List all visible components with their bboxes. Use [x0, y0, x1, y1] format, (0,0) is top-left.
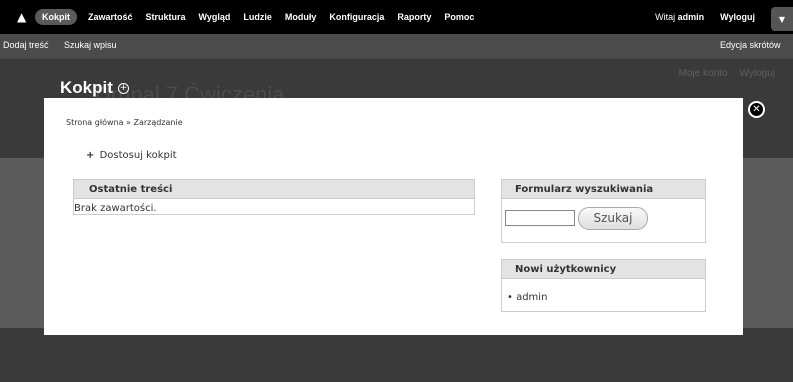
admin-toolbar: ▲ Kokpit Zawartość Struktura Wygląd Ludz… — [0, 0, 793, 59]
add-shortcut-icon[interactable]: + — [118, 83, 129, 94]
edit-shortcuts-link[interactable]: Edycja skrótów — [720, 40, 781, 50]
no-content-text: Brak zawartości. — [74, 203, 157, 214]
shortcuts-bar: Dodaj treść Szukaj wpisu Edycja skrótów — [0, 34, 793, 58]
my-account-link[interactable]: Moje konto — [679, 68, 728, 79]
recent-content-title: Ostatnie treści — [74, 180, 474, 199]
search-input[interactable] — [505, 210, 575, 226]
menu-item-kokpit[interactable]: Kokpit — [35, 9, 77, 25]
plus-icon: + — [86, 150, 95, 161]
greeting-user[interactable]: admin — [678, 12, 705, 22]
page-title: Kokpit — [60, 78, 113, 97]
menu-item-pomoc[interactable]: Pomoc — [444, 9, 474, 25]
shortcut-find-content[interactable]: Szukaj wpisu — [64, 40, 117, 50]
menu-item-konfiguracja[interactable]: Konfiguracja — [329, 9, 384, 25]
menu-item-ludzie[interactable]: Ludzie — [243, 9, 272, 25]
home-icon[interactable]: ▲ — [17, 11, 29, 23]
menu-item-raporty[interactable]: Raporty — [397, 9, 431, 25]
search-form-title: Formularz wyszukiwania — [502, 180, 705, 199]
shortcut-add-content[interactable]: Dodaj treść — [3, 40, 49, 50]
customize-label: Dostosuj kokpit — [99, 150, 177, 161]
customize-dashboard-link[interactable]: + Dostosuj kokpit — [86, 150, 177, 161]
site-logout-link[interactable]: Wyloguj — [740, 68, 775, 79]
logout-link[interactable]: Wyloguj — [720, 12, 755, 22]
toolbar-user: Witaj admin Wyloguj ▼ — [655, 7, 793, 31]
breadcrumb[interactable]: Strona główna » Zarządzanie — [66, 118, 183, 127]
new-users-block: Nowi użytkownicy • admin — [501, 259, 706, 312]
recent-content-block: Ostatnie treści Brak zawartości. — [73, 179, 475, 215]
user-link[interactable]: admin — [516, 292, 547, 303]
close-icon[interactable]: ✕ — [748, 101, 765, 118]
list-item[interactable]: • admin — [507, 292, 547, 303]
toolbar-main: ▲ Kokpit Zawartość Struktura Wygląd Ludz… — [0, 0, 793, 34]
chevron-down-icon[interactable]: ▼ — [771, 7, 793, 31]
overlay-dialog: Strona główna » Zarządzanie + Dostosuj k… — [44, 98, 743, 335]
menu-item-zawartosc[interactable]: Zawartość — [88, 9, 133, 25]
menu-item-struktura[interactable]: Struktura — [146, 9, 186, 25]
menu-item-moduly[interactable]: Moduły — [285, 9, 317, 25]
menu-item-wyglad[interactable]: Wygląd — [199, 9, 231, 25]
greeting: Witaj admin — [655, 12, 705, 22]
search-button[interactable]: Szukaj — [578, 207, 648, 230]
site-secondary-links: Moje konto Wyloguj — [679, 68, 775, 79]
new-users-title: Nowi użytkownicy — [502, 260, 705, 279]
toolbar-menu: Kokpit Zawartość Struktura Wygląd Ludzie… — [35, 9, 474, 25]
search-form-block: Formularz wyszukiwania Szukaj — [501, 179, 706, 243]
